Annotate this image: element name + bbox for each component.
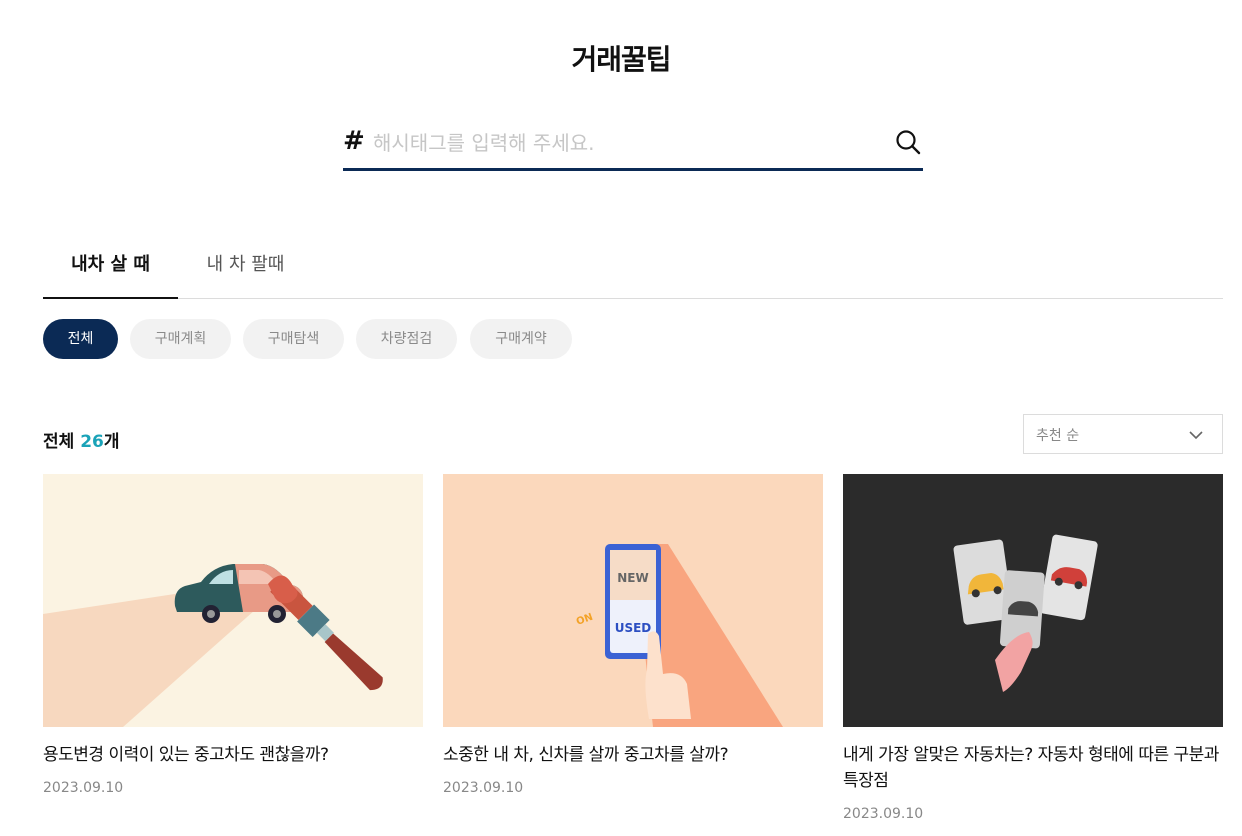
article-card[interactable]: 내게 가장 알맞은 자동차는? 자동차 형태에 따른 구분과 특장점 2023.… (843, 474, 1223, 822)
chevron-down-icon (1189, 431, 1203, 440)
chip-purchase-contract[interactable]: 구매계약 (470, 319, 572, 359)
article-date: 2023.09.10 (843, 806, 924, 822)
result-count: 전체 26개 (43, 427, 120, 452)
chip-purchase-plan[interactable]: 구매계획 (130, 319, 231, 359)
tab-bar: 내차 살 때 내 차 팔때 (43, 240, 1223, 299)
switch-used-label: USED (615, 621, 652, 635)
article-title: 소중한 내 차, 신차를 살까 중고차를 살까? (443, 745, 729, 765)
result-count-unit: 개 (103, 432, 120, 452)
new-used-switch-illustration: NEW USED ON (443, 474, 823, 727)
article-date: 2023.09.10 (43, 780, 124, 796)
article-title: 내게 가장 알맞은 자동차는? 자동차 형태에 따른 구분과 특장점 (843, 745, 1219, 791)
article-title: 용도변경 이력이 있는 중고차도 괜찮을까? (43, 745, 329, 765)
article-date: 2023.09.10 (443, 780, 524, 796)
car-cards-illustration (843, 474, 1223, 727)
tab-buying[interactable]: 내차 살 때 (43, 240, 178, 299)
result-count-label: 전체 (43, 432, 75, 452)
chip-all[interactable]: 전체 (43, 319, 118, 359)
chip-vehicle-inspection[interactable]: 차량점검 (356, 319, 457, 359)
sort-selected-label: 추천 순 (1036, 428, 1080, 444)
page: 거래꿀팁 # 내차 살 때 내 차 팔때 전체 구매계획 구매탐색 차량점검 구… (0, 0, 1242, 836)
tab-selling[interactable]: 내 차 팔때 (178, 240, 313, 299)
article-card[interactable]: NEW USED ON 소중한 내 차, 신차를 살까 중고차를 살까? 202… (443, 474, 823, 796)
search-icon[interactable] (895, 129, 921, 155)
result-count-number: 26 (80, 432, 104, 452)
hashtag-search-bar: # (343, 118, 923, 171)
switch-new-label: NEW (617, 571, 648, 585)
hashtag-icon: # (343, 126, 365, 156)
page-title: 거래꿀팁 (571, 43, 671, 76)
sort-dropdown[interactable]: 추천 순 (1023, 414, 1223, 454)
hashtag-search-input[interactable] (373, 128, 873, 158)
chip-purchase-search[interactable]: 구매탐색 (243, 319, 344, 359)
car-paint-brush-illustration (43, 474, 423, 727)
article-card[interactable]: 용도변경 이력이 있는 중고차도 괜찮을까? 2023.09.10 (43, 474, 423, 796)
